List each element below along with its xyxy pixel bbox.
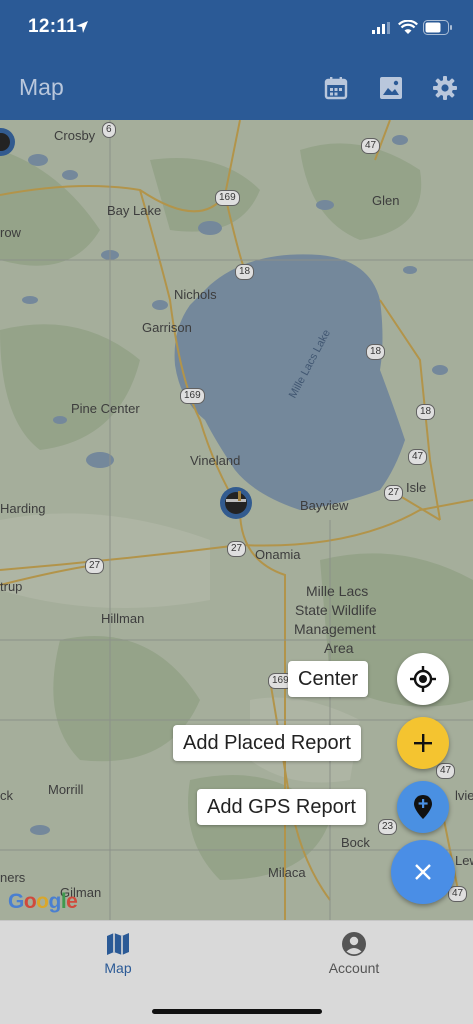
account-icon — [342, 932, 366, 956]
calendar-icon[interactable] — [322, 74, 350, 102]
center-label[interactable]: Center — [288, 661, 369, 697]
close-icon — [415, 864, 431, 880]
nav-item-label: Account — [328, 960, 380, 976]
app-bar: 12:11 Map — [0, 0, 473, 120]
add-location-icon — [414, 795, 432, 819]
close-menu-button[interactable] — [391, 840, 455, 904]
center-button[interactable] — [397, 653, 449, 705]
image-icon[interactable] — [377, 74, 405, 102]
nav-item-map[interactable]: Map — [58, 931, 178, 976]
plus-icon — [414, 734, 432, 752]
gear-icon[interactable] — [431, 74, 459, 102]
add-placed-report-label[interactable]: Add Placed Report — [173, 725, 361, 761]
status-time: 12:11 — [28, 16, 78, 37]
add-placed-report-button[interactable] — [397, 717, 449, 769]
battery-icon — [423, 20, 452, 35]
add-gps-report-button[interactable] — [397, 781, 449, 833]
status-bar: 12:11 — [0, 14, 473, 44]
location-arrow-icon — [76, 21, 88, 33]
wifi-icon — [398, 20, 418, 34]
nav-item-label: Map — [104, 960, 132, 976]
google-logo: Google — [8, 890, 78, 913]
cellular-signal-icon — [372, 22, 390, 34]
home-indicator — [152, 1009, 322, 1014]
nav-item-account[interactable]: Account — [294, 931, 414, 976]
page-title: Map — [19, 74, 64, 100]
add-gps-report-label[interactable]: Add GPS Report — [197, 789, 366, 825]
crosshair-icon — [410, 666, 436, 692]
map-icon — [107, 933, 129, 955]
